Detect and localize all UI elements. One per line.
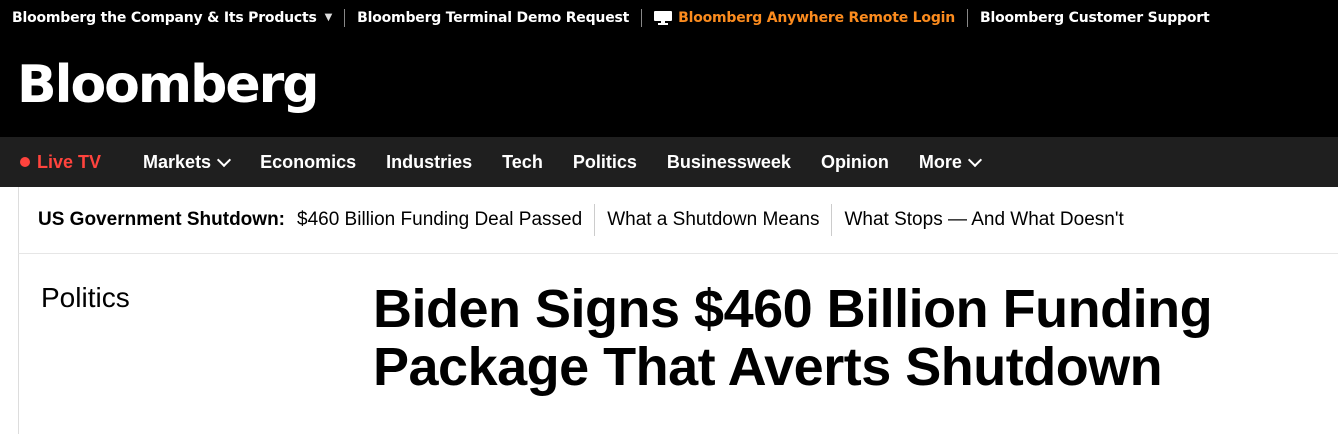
divider: [641, 8, 643, 27]
company-products-menu[interactable]: Bloomberg the Company & Its Products ▼: [0, 10, 332, 26]
nav-markets-label: Markets: [143, 151, 212, 172]
topic-title: US Government Shutdown:: [38, 209, 285, 230]
top-utility-bar: Bloomberg the Company & Its Products ▼ B…: [0, 0, 1338, 35]
live-dot-icon: [20, 157, 30, 167]
logo-header: Bloomberg: [0, 35, 1338, 137]
shutdown-topic-strip: US Government Shutdown: $460 Billion Fun…: [18, 187, 1338, 254]
divider: [967, 8, 969, 27]
anywhere-login-link[interactable]: Bloomberg Anywhere Remote Login: [654, 10, 955, 26]
terminal-demo-link[interactable]: Bloomberg Terminal Demo Request: [357, 10, 629, 26]
section-label-politics[interactable]: Politics: [41, 282, 130, 314]
nav-more[interactable]: More: [918, 151, 983, 173]
nav-politics[interactable]: Politics: [573, 152, 637, 173]
topic-link-what-stops[interactable]: What Stops — And What Doesn't: [844, 209, 1123, 231]
nav-businessweek[interactable]: Businessweek: [667, 152, 791, 173]
nav-live-tv[interactable]: Live TV: [20, 152, 101, 173]
anywhere-login-label: Bloomberg Anywhere Remote Login: [678, 9, 956, 26]
divider: [831, 204, 833, 236]
company-products-label: Bloomberg the Company & Its Products: [12, 9, 317, 26]
divider: [344, 8, 346, 27]
nav-industries[interactable]: Industries: [386, 152, 472, 173]
chevron-down-icon: [967, 152, 983, 167]
main-nav: Live TV Markets Economics Industries Tec…: [0, 137, 1338, 187]
live-tv-label: Live TV: [37, 151, 102, 172]
nav-tech-label: Tech: [502, 151, 543, 172]
article-header: Politics Biden Signs $460 Billion Fundin…: [18, 254, 1338, 434]
topic-link-funding-deal[interactable]: $460 Billion Funding Deal Passed: [297, 209, 582, 231]
customer-support-label: Bloomberg Customer Support: [980, 9, 1210, 26]
monitor-icon: [654, 10, 673, 25]
nav-opinion-label: Opinion: [820, 151, 889, 172]
nav-industries-label: Industries: [386, 151, 473, 172]
nav-politics-label: Politics: [572, 151, 637, 172]
bloomberg-logo[interactable]: Bloomberg: [17, 55, 319, 115]
topic-link-shutdown-means[interactable]: What a Shutdown Means: [607, 209, 819, 231]
chevron-down-icon: [217, 152, 232, 167]
nav-opinion[interactable]: Opinion: [821, 152, 889, 173]
nav-economics[interactable]: Economics: [260, 152, 356, 173]
nav-businessweek-label: Businessweek: [666, 151, 791, 172]
article-headline: Biden Signs $460 Billion Funding Package…: [373, 279, 1213, 397]
nav-markets[interactable]: Markets: [143, 151, 232, 173]
customer-support-link[interactable]: Bloomberg Customer Support: [980, 9, 1210, 26]
nav-tech[interactable]: Tech: [502, 152, 543, 173]
terminal-demo-label: Bloomberg Terminal Demo Request: [357, 9, 630, 26]
caret-down-icon: ▼: [324, 12, 333, 23]
nav-more-label: More: [918, 151, 962, 172]
nav-economics-label: Economics: [260, 151, 357, 172]
divider: [594, 204, 596, 236]
